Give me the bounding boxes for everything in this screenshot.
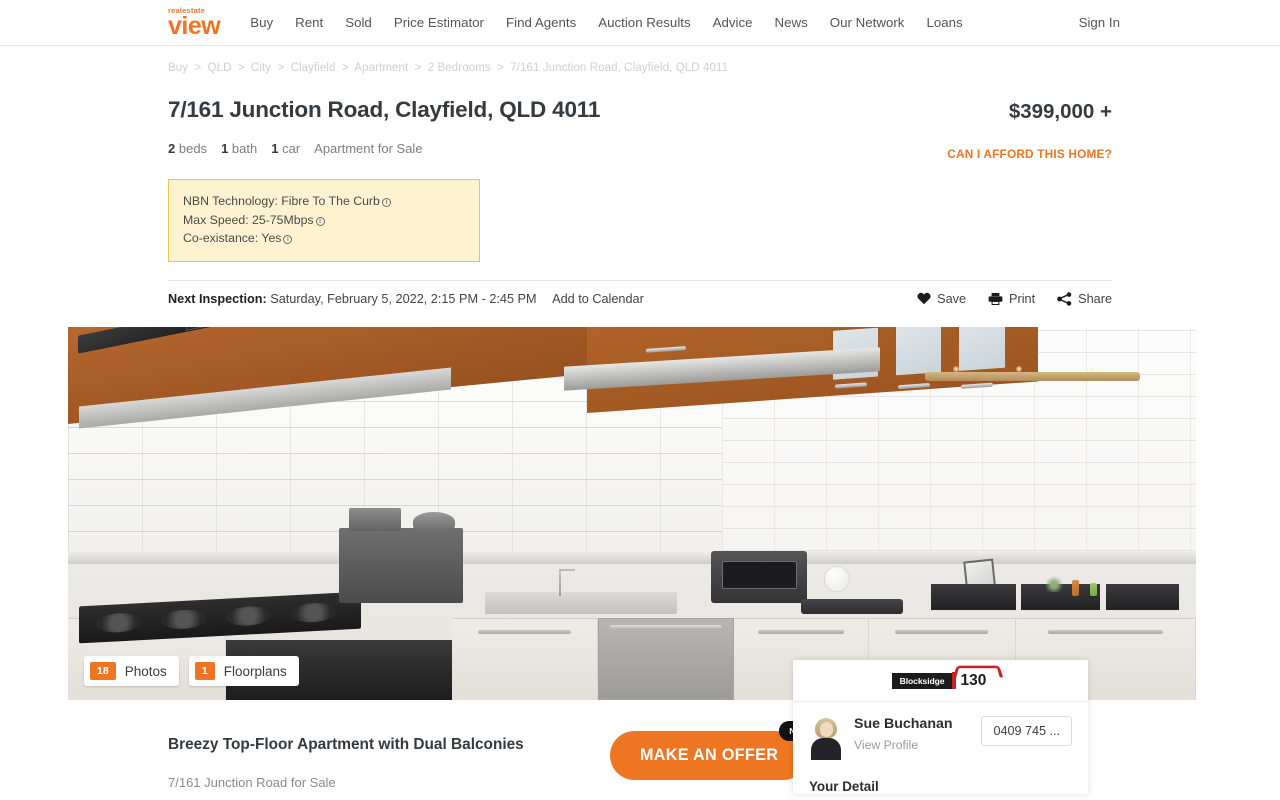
logo-main-text: view [168, 11, 221, 40]
add-to-calendar-link[interactable]: Add to Calendar [552, 292, 644, 306]
agency-name: Blocksidge [891, 672, 953, 689]
listing-price: $399,000 + [1008, 100, 1112, 123]
breadcrumb-item-qld[interactable]: QLD [208, 62, 232, 74]
nav-item-auction-results[interactable]: Auction Results [598, 15, 690, 30]
breadcrumb-separator: > [194, 62, 202, 74]
gallery-badges: 18 Photos 1 Floorplans [84, 656, 299, 686]
agent-details: Sue Buchanan View Profile 0409 745 ... Y… [793, 702, 1088, 794]
next-inspection: Next Inspection: Saturday, February 5, 2… [168, 292, 644, 306]
breadcrumb-item-current: 7/161 Junction Road, Clayfield, QLD 4011 [510, 62, 729, 74]
agency-logo[interactable]: Blocksidge 130 [891, 665, 1004, 689]
make-an-offer-wrapper: MAKE AN OFFER NEW [610, 721, 821, 780]
feature-beds-label: beds [178, 141, 208, 156]
breadcrumb-item-buy[interactable]: Buy [168, 62, 188, 74]
breadcrumb-item-2-bedrooms[interactable]: 2 Bedrooms [428, 62, 491, 74]
site-header: realestate view Buy Rent Sold Price Esti… [0, 0, 1280, 46]
feature-car: 1 car [271, 141, 300, 156]
nav-item-find-agents[interactable]: Find Agents [506, 15, 576, 30]
feature-beds-count: 2 [168, 141, 176, 156]
floorplans-badge[interactable]: 1 Floorplans [188, 656, 299, 686]
property-hero-image[interactable]: 18 Photos 1 Floorplans [68, 327, 1196, 700]
view-profile-link[interactable]: View Profile [854, 738, 953, 752]
save-button[interactable]: Save [917, 292, 966, 306]
house-roof-icon [953, 665, 1004, 678]
agent-contact-card: Blocksidge 130 Sue Buchanan View Profile… [793, 660, 1088, 794]
photos-badge[interactable]: 18 Photos [84, 656, 179, 686]
nbn-technology-line: NBN Technology: Fibre To The Curb i [183, 192, 465, 211]
feature-car-label: car [282, 141, 301, 156]
agent-row: Sue Buchanan View Profile 0409 745 ... [809, 716, 1072, 760]
property-features: 2 beds 1 bath 1 car Apartment for Sale [168, 141, 423, 156]
feature-car-count: 1 [271, 141, 279, 156]
save-label: Save [937, 291, 967, 306]
breadcrumb-item-clayfield[interactable]: Clayfield [291, 62, 336, 74]
heart-icon [917, 292, 931, 305]
main-navigation: Buy Rent Sold Price Estimator Find Agent… [250, 15, 962, 30]
printer-icon [988, 292, 1003, 306]
agency-anniversary-number: 130 [953, 665, 1004, 689]
kitchen-photo [68, 327, 1196, 700]
next-inspection-datetime: Saturday, February 5, 2022, 2:15 PM - 2:… [270, 291, 537, 306]
nav-item-rent[interactable]: Rent [295, 15, 323, 30]
breadcrumb-separator: > [497, 62, 504, 74]
agency-logo-bar: Blocksidge 130 [793, 660, 1088, 702]
avatar [809, 716, 843, 760]
nbn-info-box: NBN Technology: Fibre To The Curb i Max S… [168, 179, 480, 262]
feature-bath-label: bath [231, 141, 258, 156]
photos-count: 18 [90, 662, 116, 680]
next-inspection-label: Next Inspection: [168, 291, 267, 306]
info-icon[interactable]: i [381, 198, 391, 207]
breadcrumb-separator: > [341, 62, 349, 74]
listing-header: 7/161 Junction Road, Clayfield, QLD 4011… [168, 97, 1112, 124]
nbn-technology-text: NBN Technology: Fibre To The Curb [183, 194, 380, 208]
nbn-speed-line: Max Speed: 25-75Mbps i [183, 211, 465, 230]
sign-in-link[interactable]: Sign In [1079, 15, 1120, 30]
floorplans-count: 1 [194, 662, 215, 680]
nbn-speed-text: Max Speed: 25-75Mbps [183, 212, 314, 227]
photos-label: Photos [124, 663, 167, 679]
page-content: Buy > QLD > City > Clayfield > Apartment… [0, 46, 1280, 316]
nav-item-price-estimator[interactable]: Price Estimator [394, 15, 484, 30]
agent-name: Sue Buchanan [854, 716, 953, 732]
agent-name-block: Sue Buchanan View Profile [854, 716, 953, 752]
nav-item-advice[interactable]: Advice [713, 15, 753, 30]
feature-bath-count: 1 [221, 141, 229, 156]
nav-item-our-network[interactable]: Our Network [830, 15, 905, 30]
nav-item-news[interactable]: News [775, 15, 808, 30]
listing-actions: Save Print Share [917, 292, 1112, 306]
breadcrumb-item-apartment[interactable]: Apartment [354, 62, 408, 74]
breadcrumb: Buy > QLD > City > Clayfield > Apartment… [168, 46, 1112, 74]
site-logo[interactable]: realestate view [168, 7, 221, 40]
print-button[interactable]: Print [988, 292, 1035, 306]
info-icon[interactable]: i [315, 216, 325, 226]
page-title: 7/161 Junction Road, Clayfield, QLD 4011 [168, 97, 601, 122]
inspection-bar: Next Inspection: Saturday, February 5, 2… [168, 279, 1112, 316]
agent-phone-button[interactable]: 0409 745 ... [981, 716, 1072, 746]
nav-item-buy[interactable]: Buy [250, 15, 273, 30]
feature-beds: 2 beds [168, 141, 207, 156]
share-label: Share [1078, 291, 1112, 306]
breadcrumb-item-city[interactable]: City [251, 62, 271, 74]
make-an-offer-button[interactable]: MAKE AN OFFER [610, 731, 809, 780]
your-detail-heading: Your Detail [809, 779, 879, 794]
can-i-afford-link[interactable]: CAN I AFFORD THIS HOME? [947, 147, 1112, 161]
breadcrumb-separator: > [277, 62, 285, 74]
listing-meta: 2 beds 1 bath 1 car Apartment for Sale C… [168, 141, 1112, 161]
nav-item-sold[interactable]: Sold [345, 15, 372, 30]
share-icon [1057, 292, 1072, 306]
print-label: Print [1009, 291, 1036, 306]
breadcrumb-separator: > [237, 62, 245, 74]
breadcrumb-separator: > [414, 62, 422, 74]
nbn-coexistance-line: Co-existance: Yes i [183, 229, 465, 248]
property-type: Apartment for Sale [314, 141, 423, 156]
share-button[interactable]: Share [1057, 292, 1112, 306]
nbn-coexistance-text: Co-existance: Yes [183, 231, 282, 246]
info-icon[interactable]: i [283, 235, 293, 245]
feature-bath: 1 bath [221, 141, 257, 156]
floorplans-label: Floorplans [223, 663, 287, 679]
nav-item-loans[interactable]: Loans [926, 15, 962, 30]
